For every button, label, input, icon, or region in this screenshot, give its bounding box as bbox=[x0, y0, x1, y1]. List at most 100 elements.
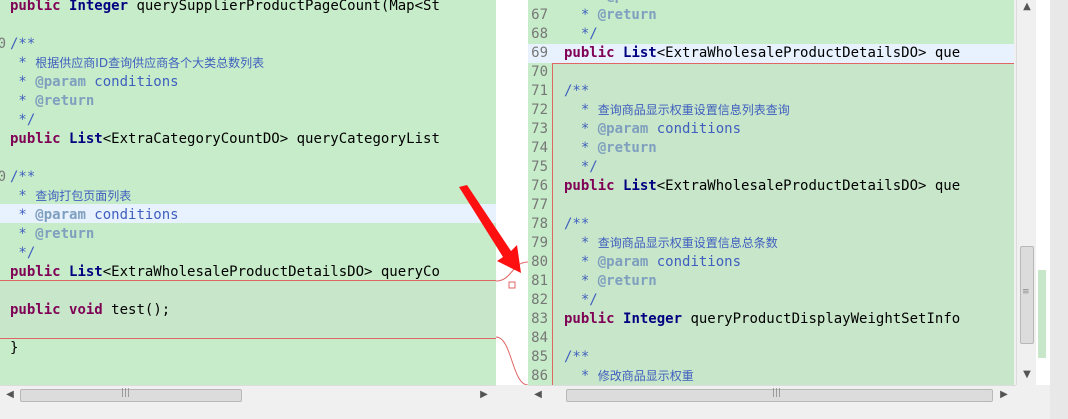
code-line[interactable]: 70 bbox=[528, 63, 1014, 82]
code-text: public void test(); bbox=[10, 301, 170, 320]
code-token: */ bbox=[10, 112, 36, 128]
code-token: List bbox=[623, 45, 657, 61]
code-text: public Integer querySupplierProductPageC… bbox=[10, 0, 440, 16]
code-line[interactable] bbox=[0, 320, 496, 339]
code-text: public List<ExtraCategoryCountDO> queryC… bbox=[10, 130, 440, 149]
code-line[interactable]: 68 */ bbox=[528, 25, 1014, 44]
code-token: */ bbox=[564, 26, 598, 42]
right-hscroll-thumb[interactable]: ||| bbox=[566, 388, 993, 402]
code-token: 根据供应商ID查询供应商各个大类总数列表 bbox=[35, 56, 265, 70]
code-token: @return bbox=[35, 93, 95, 109]
right-compare-pane[interactable]: @param conditions67 * @return68 */69publ… bbox=[528, 0, 1014, 385]
line-number: 74 bbox=[531, 140, 548, 156]
code-token: queryProductDisplayWeightSetInfo bbox=[690, 311, 961, 327]
code-token: * bbox=[564, 254, 598, 270]
left-horizontal-scrollbar[interactable]: ◀ ||| ▶ bbox=[0, 385, 496, 404]
scroll-up-icon[interactable]: ▲ bbox=[1021, 0, 1033, 14]
code-text: */ bbox=[564, 25, 598, 44]
code-line[interactable]: 86 * 修改商品显示权重 bbox=[528, 367, 1014, 385]
code-line[interactable]: 78 /** bbox=[528, 215, 1014, 234]
code-token: @param bbox=[597, 121, 649, 137]
code-token: conditions bbox=[648, 121, 742, 137]
code-token: <ExtraCategoryCountDO> queryCategoryList bbox=[102, 131, 440, 147]
code-line[interactable]: 67 * @return bbox=[528, 6, 1014, 25]
code-line[interactable]: 72 * 查询商品显示权重设置信息列表查询 bbox=[528, 101, 1014, 120]
code-line[interactable]: * 查询打包页面列表 bbox=[0, 187, 496, 206]
code-line[interactable]: 0/** bbox=[0, 168, 496, 187]
copy-change-handle[interactable] bbox=[508, 281, 516, 289]
code-line[interactable]: 77 bbox=[528, 196, 1014, 215]
line-number: 81 bbox=[531, 273, 548, 289]
code-text: * @param conditions bbox=[564, 120, 741, 139]
left-compare-pane[interactable]: public Integer querySupplierProductPageC… bbox=[0, 0, 496, 385]
code-line[interactable]: * @param conditions bbox=[0, 73, 496, 92]
code-token: test(); bbox=[111, 302, 171, 318]
code-line[interactable]: public void test(); bbox=[0, 301, 496, 320]
code-text: * @return bbox=[564, 139, 657, 158]
code-line[interactable]: 80 * @param conditions bbox=[528, 253, 1014, 272]
diff-overview-ruler[interactable] bbox=[1036, 0, 1050, 385]
code-line[interactable]: public Integer querySupplierProductPageC… bbox=[0, 0, 496, 16]
code-line[interactable]: public List<ExtraCategoryCountDO> queryC… bbox=[0, 130, 496, 149]
code-token: */ bbox=[564, 159, 598, 175]
scroll-down-icon[interactable]: ▼ bbox=[1021, 368, 1033, 382]
code-line[interactable]: * @return bbox=[0, 92, 496, 111]
code-text: * @param conditions bbox=[10, 206, 178, 225]
code-token: * bbox=[564, 140, 598, 156]
code-line[interactable]: 84 bbox=[528, 329, 1014, 348]
code-line[interactable]: 81 * @return bbox=[528, 272, 1014, 291]
overview-change-marker[interactable] bbox=[1038, 270, 1046, 358]
code-line[interactable]: 76 public List<ExtraWholesaleProductDetai… bbox=[528, 177, 1014, 196]
code-line[interactable] bbox=[0, 358, 496, 377]
scroll-right-icon[interactable]: ▶ bbox=[478, 388, 490, 402]
code-text: /** bbox=[10, 35, 35, 54]
code-token: /** bbox=[564, 83, 590, 99]
code-line[interactable] bbox=[0, 282, 496, 301]
right-horizontal-scrollbar[interactable]: ◀ ||| ▶ bbox=[528, 385, 1016, 404]
code-line[interactable]: } bbox=[0, 339, 496, 358]
code-text: * 根据供应商ID查询供应商各个大类总数列表 bbox=[10, 54, 264, 73]
grip-icon: ≡ bbox=[1022, 287, 1030, 297]
code-line[interactable]: public List<ExtraWholesaleProductDetails… bbox=[0, 263, 496, 282]
code-token: conditions bbox=[657, 0, 749, 4]
red-arrow-icon bbox=[459, 185, 521, 273]
vscroll-thumb[interactable]: ≡ bbox=[1020, 246, 1034, 344]
code-token: Integer bbox=[623, 311, 691, 327]
code-line[interactable]: * @param conditions bbox=[0, 206, 496, 225]
code-line[interactable]: */ bbox=[0, 111, 496, 130]
code-token: @return bbox=[35, 226, 95, 242]
code-line[interactable]: 0/** bbox=[0, 35, 496, 54]
line-number: 82 bbox=[531, 292, 548, 308]
code-line[interactable]: 85 /** bbox=[528, 348, 1014, 367]
code-line[interactable]: 75 */ bbox=[528, 158, 1014, 177]
code-token: <ExtraWholesaleProductDetailsDO> que bbox=[656, 178, 961, 194]
code-line[interactable] bbox=[0, 149, 496, 168]
code-line[interactable]: 79 * 查询商品显示权重设置信息总条数 bbox=[528, 234, 1014, 253]
code-line[interactable]: * @return bbox=[0, 225, 496, 244]
code-line[interactable]: 71 /** bbox=[528, 82, 1014, 101]
code-line[interactable]: * 根据供应商ID查询供应商各个大类总数列表 bbox=[0, 54, 496, 73]
line-number: 69 bbox=[531, 45, 548, 61]
code-token: * bbox=[10, 207, 36, 223]
scroll-left-icon[interactable]: ◀ bbox=[4, 388, 16, 402]
line-number: 67 bbox=[531, 7, 548, 23]
code-token: @param bbox=[597, 254, 649, 270]
code-text: public Integer queryProductDisplayWeight… bbox=[564, 310, 960, 329]
code-text: * 查询商品显示权重设置信息总条数 bbox=[564, 234, 778, 253]
code-line[interactable] bbox=[0, 16, 496, 35]
right-vertical-scrollbar[interactable]: ▲ ≡ ▼ bbox=[1016, 0, 1037, 385]
line-number: 71 bbox=[531, 83, 548, 99]
code-text: public List<ExtraWholesaleProductDetails… bbox=[564, 177, 960, 196]
left-hscroll-thumb[interactable]: ||| bbox=[20, 388, 242, 402]
code-token: conditions bbox=[85, 74, 179, 90]
code-line[interactable]: 83 public Integer queryProductDisplayWeig… bbox=[528, 310, 1014, 329]
code-line[interactable]: 69 public List<ExtraWholesaleProductDetai… bbox=[528, 44, 1014, 63]
code-line[interactable]: 74 * @return bbox=[528, 139, 1014, 158]
code-line[interactable]: 82 */ bbox=[528, 291, 1014, 310]
code-text: public List<ExtraWholesaleProductDetails… bbox=[564, 44, 960, 63]
code-line[interactable]: 73 * @param conditions bbox=[528, 120, 1014, 139]
scroll-left-icon[interactable]: ◀ bbox=[532, 388, 544, 402]
scroll-right-icon[interactable]: ▶ bbox=[998, 388, 1010, 402]
code-line[interactable]: */ bbox=[0, 244, 496, 263]
